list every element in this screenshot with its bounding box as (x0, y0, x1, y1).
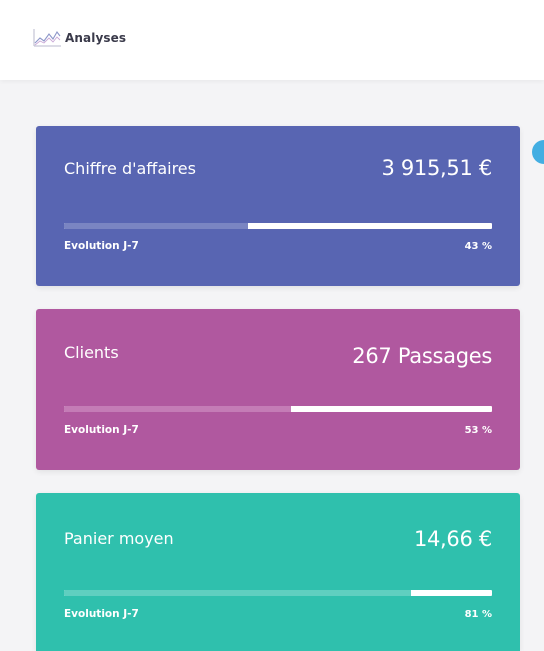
main-content: Chiffre d'affaires 3 915,51 € Evolution … (0, 80, 544, 651)
progress-label: Evolution J-7 (64, 240, 139, 252)
progress-label: Evolution J-7 (64, 424, 139, 436)
progress-percent: 43 % (464, 241, 492, 252)
card-value: 267 Passages (352, 344, 492, 368)
line-chart-icon (33, 29, 61, 47)
card-value: 3 915,51 € (381, 156, 492, 180)
brand[interactable]: Analyses (32, 28, 126, 48)
revenue-card[interactable]: Chiffre d'affaires 3 915,51 € Evolution … (36, 126, 520, 286)
progress-bar (64, 590, 492, 596)
progress-label: Evolution J-7 (64, 608, 139, 620)
basket-card[interactable]: Panier moyen 14,66 € Evolution J-7 81 % (36, 493, 520, 651)
card-title: Panier moyen (64, 529, 174, 548)
side-indicator (532, 140, 544, 164)
progress-fill (64, 223, 249, 229)
top-bar: Analyses (0, 0, 544, 80)
card-title: Clients (64, 343, 119, 362)
card-value: 14,66 € (413, 527, 492, 551)
progress-bar (64, 406, 492, 412)
clients-card[interactable]: Clients 267 Passages Evolution J-7 53 % (36, 309, 520, 470)
progress-fill (64, 590, 411, 596)
progress-percent: 53 % (464, 425, 492, 436)
progress-bar (64, 223, 492, 229)
progress-fill (64, 406, 291, 412)
card-title: Chiffre d'affaires (64, 159, 196, 178)
progress-percent: 81 % (464, 609, 492, 620)
page-title: Analyses (65, 31, 127, 45)
